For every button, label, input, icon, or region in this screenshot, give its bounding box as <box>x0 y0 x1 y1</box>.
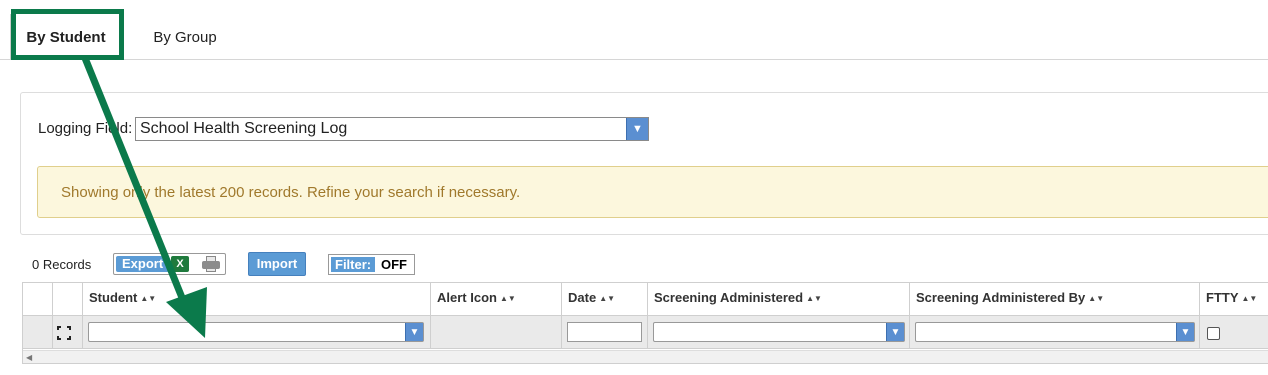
column-label: Date <box>568 290 597 305</box>
filter-cell-screening-administered: ▼ <box>648 316 910 349</box>
chevron-down-icon[interactable]: ▼ <box>1176 323 1194 341</box>
date-filter-input[interactable] <box>567 322 642 342</box>
logging-field-label: Logging Field: <box>38 120 133 137</box>
student-filter-select[interactable]: ▼ <box>88 322 424 342</box>
column-header-screening-administered[interactable]: Screening Administered ▲▼ <box>648 283 910 315</box>
tab-by-group[interactable]: By Group <box>130 14 240 60</box>
header-blank-2 <box>53 283 83 315</box>
screening-administered-by-filter-select[interactable]: ▼ <box>915 322 1195 342</box>
chevron-down-icon[interactable]: ▼ <box>405 323 423 341</box>
tab-by-student-label: By Student <box>26 28 106 46</box>
filter-row: ▼ ▼ ▼ <box>23 315 1268 349</box>
logging-field-select[interactable]: School Health Screening Log ▼ <box>135 117 649 141</box>
column-label: FTTY <box>1206 290 1239 305</box>
column-label: Alert Icon <box>437 290 497 305</box>
filter-cell-expand <box>53 316 83 349</box>
sort-icon[interactable]: ▲▼ <box>1088 294 1104 302</box>
column-header-ftty[interactable]: FTTY ▲▼ <box>1200 283 1268 315</box>
tab-by-student[interactable]: By Student <box>10 14 122 60</box>
filter-label: Filter: <box>331 257 376 272</box>
records-grid: Student ▲▼ Alert Icon ▲▼ Date ▲▼ Screening … <box>22 282 1268 364</box>
logging-field-value: School Health Screening Log <box>140 120 348 137</box>
column-header-alert-icon[interactable]: Alert Icon ▲▼ <box>431 283 562 315</box>
print-icon[interactable] <box>202 256 220 272</box>
excel-icon[interactable]: X <box>171 256 189 272</box>
sort-icon[interactable]: ▲▼ <box>140 294 156 302</box>
sort-icon[interactable]: ▲▼ <box>500 294 516 302</box>
tab-by-group-label: By Group <box>153 28 217 46</box>
filter-cell-blank <box>23 316 53 349</box>
sort-icon[interactable]: ▲▼ <box>599 294 615 302</box>
chevron-down-icon[interactable]: ▼ <box>626 118 648 140</box>
ftty-filter-checkbox[interactable] <box>1207 327 1220 340</box>
horizontal-scrollbar[interactable]: ◀ <box>23 350 1268 363</box>
chevron-down-icon[interactable]: ▼ <box>886 323 904 341</box>
column-label: Screening Administered <box>654 290 804 305</box>
filter-toggle[interactable]: Filter: OFF <box>328 254 415 275</box>
sort-icon[interactable]: ▲▼ <box>806 294 822 302</box>
filter-cell-alert-icon <box>431 316 562 349</box>
records-count: 0 Records <box>32 257 92 272</box>
filter-cell-screening-administered-by: ▼ <box>910 316 1200 349</box>
tab-bar: By Student By Group <box>0 0 1268 60</box>
screening-administered-filter-select[interactable]: ▼ <box>653 322 905 342</box>
header-blank-1 <box>23 283 53 315</box>
expand-icon[interactable] <box>57 326 71 340</box>
column-header-date[interactable]: Date ▲▼ <box>562 283 648 315</box>
export-button[interactable]: Export <box>116 256 170 272</box>
import-button[interactable]: Import <box>248 252 306 276</box>
sort-icon[interactable]: ▲▼ <box>1242 294 1258 302</box>
filter-cell-date <box>562 316 648 349</box>
scroll-left-icon[interactable]: ◀ <box>26 353 32 362</box>
column-header-student[interactable]: Student ▲▼ <box>83 283 431 315</box>
column-label: Student <box>89 290 138 305</box>
column-label: Screening Administered By <box>916 290 1086 305</box>
notice-text: Showing only the latest 200 records. Ref… <box>61 184 521 201</box>
filter-state: OFF <box>381 257 407 272</box>
records-notice: Showing only the latest 200 records. Ref… <box>37 166 1268 218</box>
filter-cell-student: ▼ <box>83 316 431 349</box>
column-header-screening-administered-by[interactable]: Screening Administered By ▲▼ <box>910 283 1200 315</box>
export-group: Export X <box>113 253 226 275</box>
